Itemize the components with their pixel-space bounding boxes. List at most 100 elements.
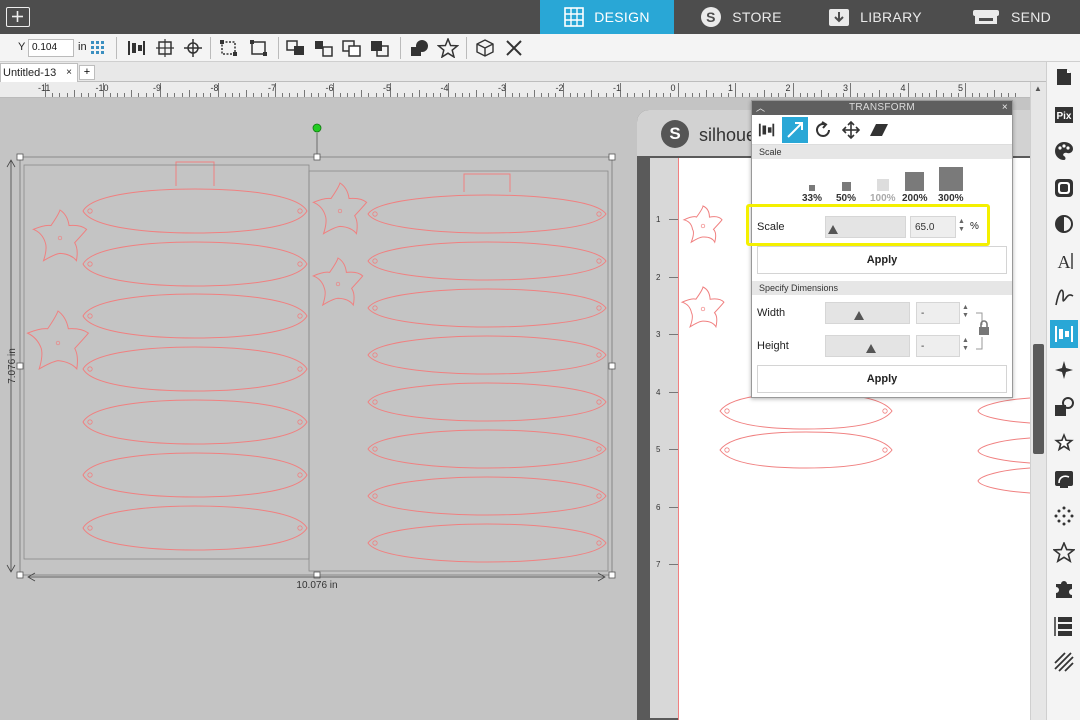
apply-dimensions-button[interactable]: Apply	[757, 365, 1007, 393]
sidebar-point-editing-button[interactable]	[1050, 502, 1078, 530]
scale-arrow-icon	[787, 122, 803, 138]
center-to-page-icon[interactable]	[182, 38, 204, 58]
width-slider[interactable]	[825, 302, 910, 324]
panel-titlebar[interactable]: ︿ TRANSFORM ×	[752, 101, 1012, 115]
sidebar-layers-button[interactable]	[1050, 612, 1078, 640]
width-spinner-icon[interactable]: ▲ ▼	[962, 304, 969, 320]
sidebar-pixscan-button[interactable]: Pix	[1050, 101, 1078, 129]
sidebar-fill-palette-button[interactable]	[1050, 137, 1078, 165]
release-compound-path-icon[interactable]	[313, 38, 335, 58]
tab-design[interactable]: DESIGN	[540, 0, 674, 34]
preset-label: 100%	[870, 193, 896, 204]
height-slider[interactable]	[825, 335, 910, 357]
height-slider-handle[interactable]	[866, 344, 876, 353]
sidebar-hatch-button[interactable]	[1050, 648, 1078, 676]
center-icon[interactable]	[154, 38, 176, 58]
ruler-minor-tick	[203, 93, 205, 97]
ruler-minor-tick	[52, 93, 54, 97]
collapse-icon[interactable]: ︿	[756, 101, 765, 115]
scroll-up-icon[interactable]: ▲	[1034, 84, 1042, 93]
scale-preset-300[interactable]: 300%	[938, 167, 964, 204]
panel-title: TRANSFORM	[848, 102, 916, 113]
width-slider-handle[interactable]	[854, 311, 864, 320]
toolbar-separator	[278, 37, 279, 59]
ellipse-piece	[82, 346, 308, 392]
lock-aspect-icon[interactable]	[974, 311, 994, 351]
ruler-minor-tick	[526, 93, 528, 97]
ruler-minor-tick	[418, 90, 420, 97]
group-icon[interactable]	[218, 38, 240, 58]
send-to-back-icon[interactable]	[369, 38, 391, 58]
hole	[372, 399, 378, 405]
ruler-minor-tick	[476, 90, 478, 97]
ruler-minor-tick	[224, 93, 226, 97]
ruler-label: -3	[498, 83, 507, 93]
grid-dots-icon[interactable]	[89, 38, 109, 58]
sidebar-sketch-button[interactable]	[1050, 283, 1078, 311]
sidebar-trace-button[interactable]	[1050, 466, 1078, 494]
ruler-minor-tick	[1008, 93, 1010, 97]
bring-to-front-icon[interactable]	[341, 38, 363, 58]
delete-icon[interactable]	[503, 38, 525, 58]
sidebar-replicate-button[interactable]	[1050, 356, 1078, 384]
tab-library[interactable]: LIBRARY	[808, 0, 942, 34]
hole	[87, 208, 93, 214]
ruler-minor-tick	[641, 93, 643, 97]
ruler-minor-tick	[519, 93, 521, 97]
sidebar-puzzle-button[interactable]	[1050, 575, 1078, 603]
hole	[596, 211, 602, 217]
tab-align[interactable]	[754, 117, 780, 143]
hole	[297, 472, 303, 478]
sidebar-text-style-button[interactable]: A	[1050, 247, 1078, 275]
sidebar-page-setup-button[interactable]	[1050, 64, 1078, 92]
make-compound-path-icon[interactable]	[285, 38, 307, 58]
y-position-input[interactable]: 0.104	[28, 39, 74, 57]
weld-icon[interactable]	[408, 38, 430, 58]
scale-preset-33[interactable]: 33%	[802, 185, 822, 204]
add-tab-button[interactable]: +	[79, 65, 95, 80]
star-shape-icon[interactable]	[437, 38, 459, 58]
scroll-thumb[interactable]	[1033, 344, 1044, 454]
ungroup-icon[interactable]	[248, 38, 270, 58]
tab-move[interactable]	[838, 117, 864, 143]
tab-send[interactable]: SEND	[942, 0, 1080, 34]
ellipse-piece	[977, 437, 1030, 464]
scale-preset-200[interactable]: 200%	[902, 172, 928, 204]
width-value-input[interactable]: -	[916, 302, 960, 324]
selection-handle	[608, 362, 616, 370]
sidebar-favorite-button[interactable]	[1050, 539, 1078, 567]
apply-scale-button[interactable]: Apply	[757, 246, 1007, 274]
text-style-icon: A	[1058, 252, 1073, 272]
quick-access-menu-button[interactable]	[6, 7, 30, 27]
toolbar-separator	[116, 37, 117, 59]
height-spinner-icon[interactable]: ▲ ▼	[962, 337, 969, 353]
align-icon[interactable]	[126, 38, 148, 58]
sidebar-offset-button[interactable]	[1050, 429, 1078, 457]
close-tab-icon[interactable]: ×	[66, 67, 72, 78]
ruler-minor-tick	[461, 93, 463, 97]
close-panel-icon[interactable]: ×	[1002, 101, 1008, 115]
height-value-input[interactable]: -	[916, 335, 960, 357]
ruler-minor-tick	[871, 93, 873, 97]
tab-rotate[interactable]	[810, 117, 836, 143]
sidebar-transform-button[interactable]	[1050, 319, 1078, 348]
document-tab[interactable]: Untitled-13 ×	[0, 63, 78, 82]
scale-preset-50[interactable]: 50%	[836, 182, 856, 204]
sidebar-texture-button[interactable]	[1050, 174, 1078, 202]
ruler-minor-tick	[318, 93, 320, 97]
right-sidebar: Pix A	[1046, 62, 1080, 720]
ruler-minor-tick	[497, 93, 499, 97]
sidebar-modify-button[interactable]	[1050, 393, 1078, 421]
panel-tabs	[752, 115, 1012, 145]
ellipse-piece	[977, 467, 1030, 494]
scale-preset-100[interactable]: 100%	[870, 179, 896, 204]
tab-shear[interactable]	[866, 117, 892, 143]
3d-box-icon[interactable]	[474, 38, 496, 58]
vertical-scrollbar[interactable]: ▲	[1030, 82, 1046, 720]
tab-store[interactable]: S STORE	[674, 0, 808, 34]
tab-scale[interactable]	[782, 117, 808, 143]
ruler-minor-tick	[138, 93, 140, 97]
ruler-minor-tick	[555, 93, 557, 97]
sidebar-line-style-button[interactable]	[1050, 210, 1078, 238]
ruler-minor-tick	[986, 93, 988, 97]
